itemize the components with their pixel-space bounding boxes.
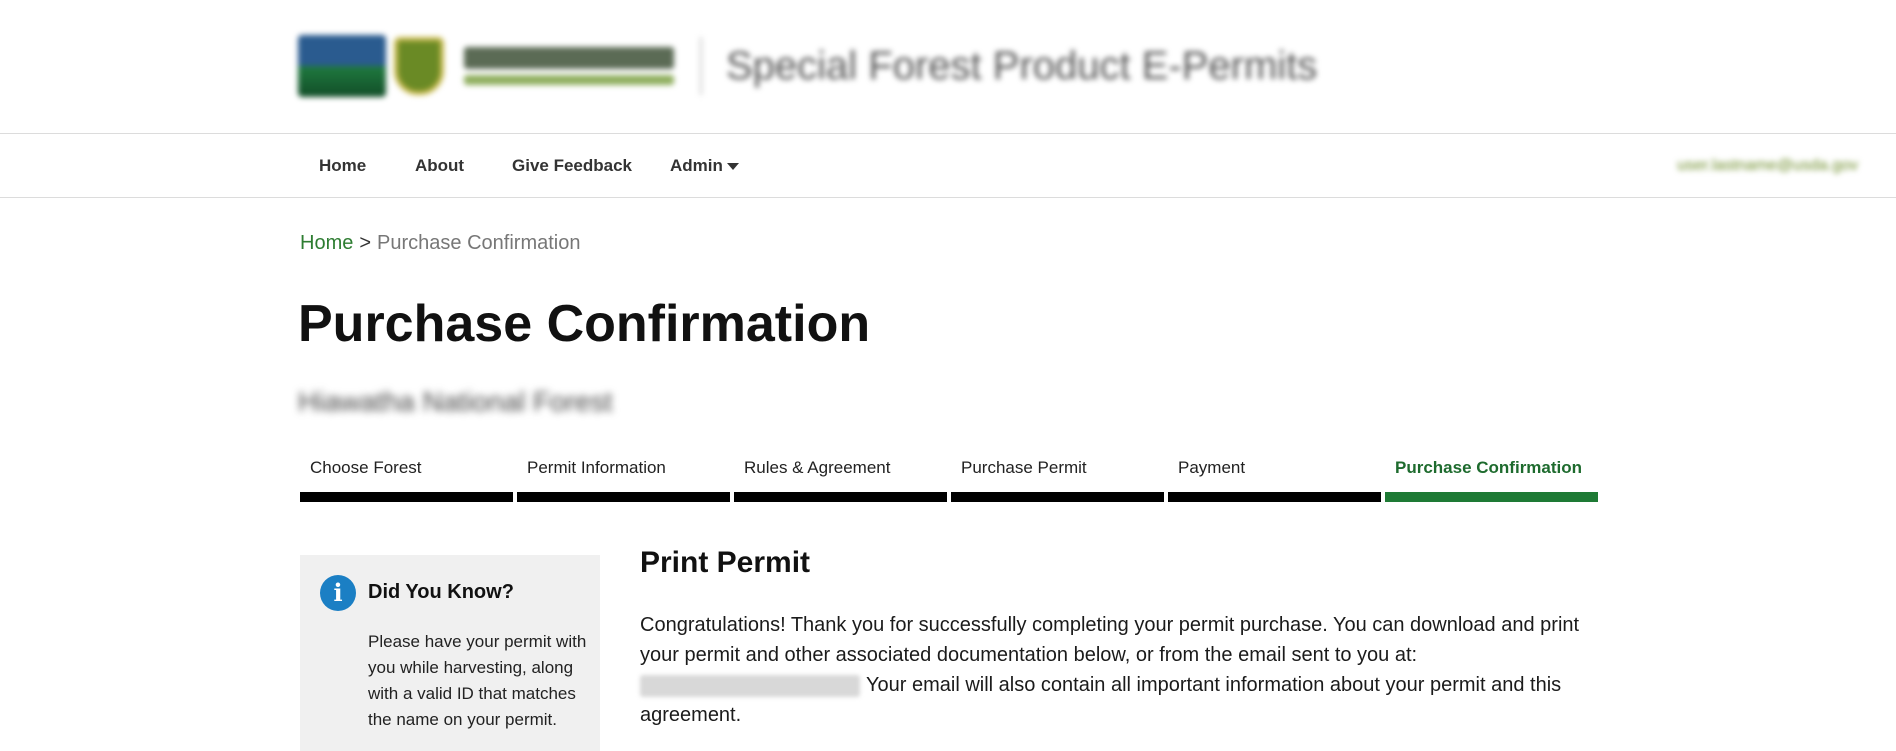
did-you-know-panel: i Did You Know? Please have your permit … xyxy=(300,555,600,751)
progress-steps: Choose Forest Permit Information Rules &… xyxy=(300,454,1598,502)
page-title: Purchase Confirmation xyxy=(298,295,871,353)
step-choose-forest[interactable]: Choose Forest xyxy=(300,454,513,502)
breadcrumb-separator: > xyxy=(359,232,372,254)
agency-logo[interactable]: Special Forest Product E-Permits xyxy=(298,34,1317,98)
forest-name: Hiawatha National Forest xyxy=(298,386,613,417)
forest-service-wordmark xyxy=(464,47,674,85)
nav-admin[interactable]: Admin xyxy=(670,134,739,198)
caret-down-icon xyxy=(726,163,739,171)
step-payment[interactable]: Payment xyxy=(1168,454,1381,502)
step-progress-bar xyxy=(951,492,1164,502)
step-progress-bar xyxy=(1385,492,1598,502)
step-label: Purchase Permit xyxy=(961,458,1087,477)
step-rules-agreement[interactable]: Rules & Agreement xyxy=(734,454,947,502)
step-purchase-permit[interactable]: Purchase Permit xyxy=(951,454,1164,502)
breadcrumb: Home > Purchase Confirmation xyxy=(300,232,580,255)
confirmation-message: Congratulations! Thank you for successfu… xyxy=(640,610,1580,730)
step-progress-bar xyxy=(734,492,947,502)
breadcrumb-home-link[interactable]: Home xyxy=(300,232,353,254)
step-label: Purchase Confirmation xyxy=(1395,458,1583,477)
breadcrumb-current: Purchase Confirmation xyxy=(377,232,581,254)
step-purchase-confirmation[interactable]: Purchase Confirmation xyxy=(1385,454,1598,502)
nav-about[interactable]: About xyxy=(415,134,464,198)
print-permit-heading: Print Permit xyxy=(640,546,811,579)
app-title: Special Forest Product E-Permits xyxy=(726,43,1318,88)
logo-divider xyxy=(700,37,702,95)
step-progress-bar xyxy=(300,492,513,502)
step-progress-bar xyxy=(1168,492,1381,502)
did-you-know-text: Please have your permit with you while h… xyxy=(368,632,587,729)
step-label: Permit Information xyxy=(527,458,666,477)
main-nav: Home About Give Feedback Admin user.last… xyxy=(0,134,1896,198)
site-header: Special Forest Product E-Permits xyxy=(0,0,1896,134)
did-you-know-title: Did You Know? xyxy=(368,581,514,603)
step-label: Payment xyxy=(1178,458,1246,477)
step-label: Rules & Agreement xyxy=(744,458,891,477)
confirmation-text-start: Congratulations! Thank you for successfu… xyxy=(640,614,1580,666)
nav-admin-label: Admin xyxy=(670,156,723,175)
usda-logo-icon xyxy=(298,35,386,97)
user-email-redacted xyxy=(640,674,860,697)
step-label: Choose Forest xyxy=(310,458,422,477)
forest-service-shield-icon xyxy=(394,37,444,95)
step-progress-bar xyxy=(517,492,730,502)
info-icon: i xyxy=(320,575,356,611)
nav-give-feedback[interactable]: Give Feedback xyxy=(512,134,632,198)
nav-home[interactable]: Home xyxy=(319,134,366,198)
user-account-link[interactable]: user.lastname@usda.gov xyxy=(1677,134,1858,198)
step-permit-information[interactable]: Permit Information xyxy=(517,454,730,502)
